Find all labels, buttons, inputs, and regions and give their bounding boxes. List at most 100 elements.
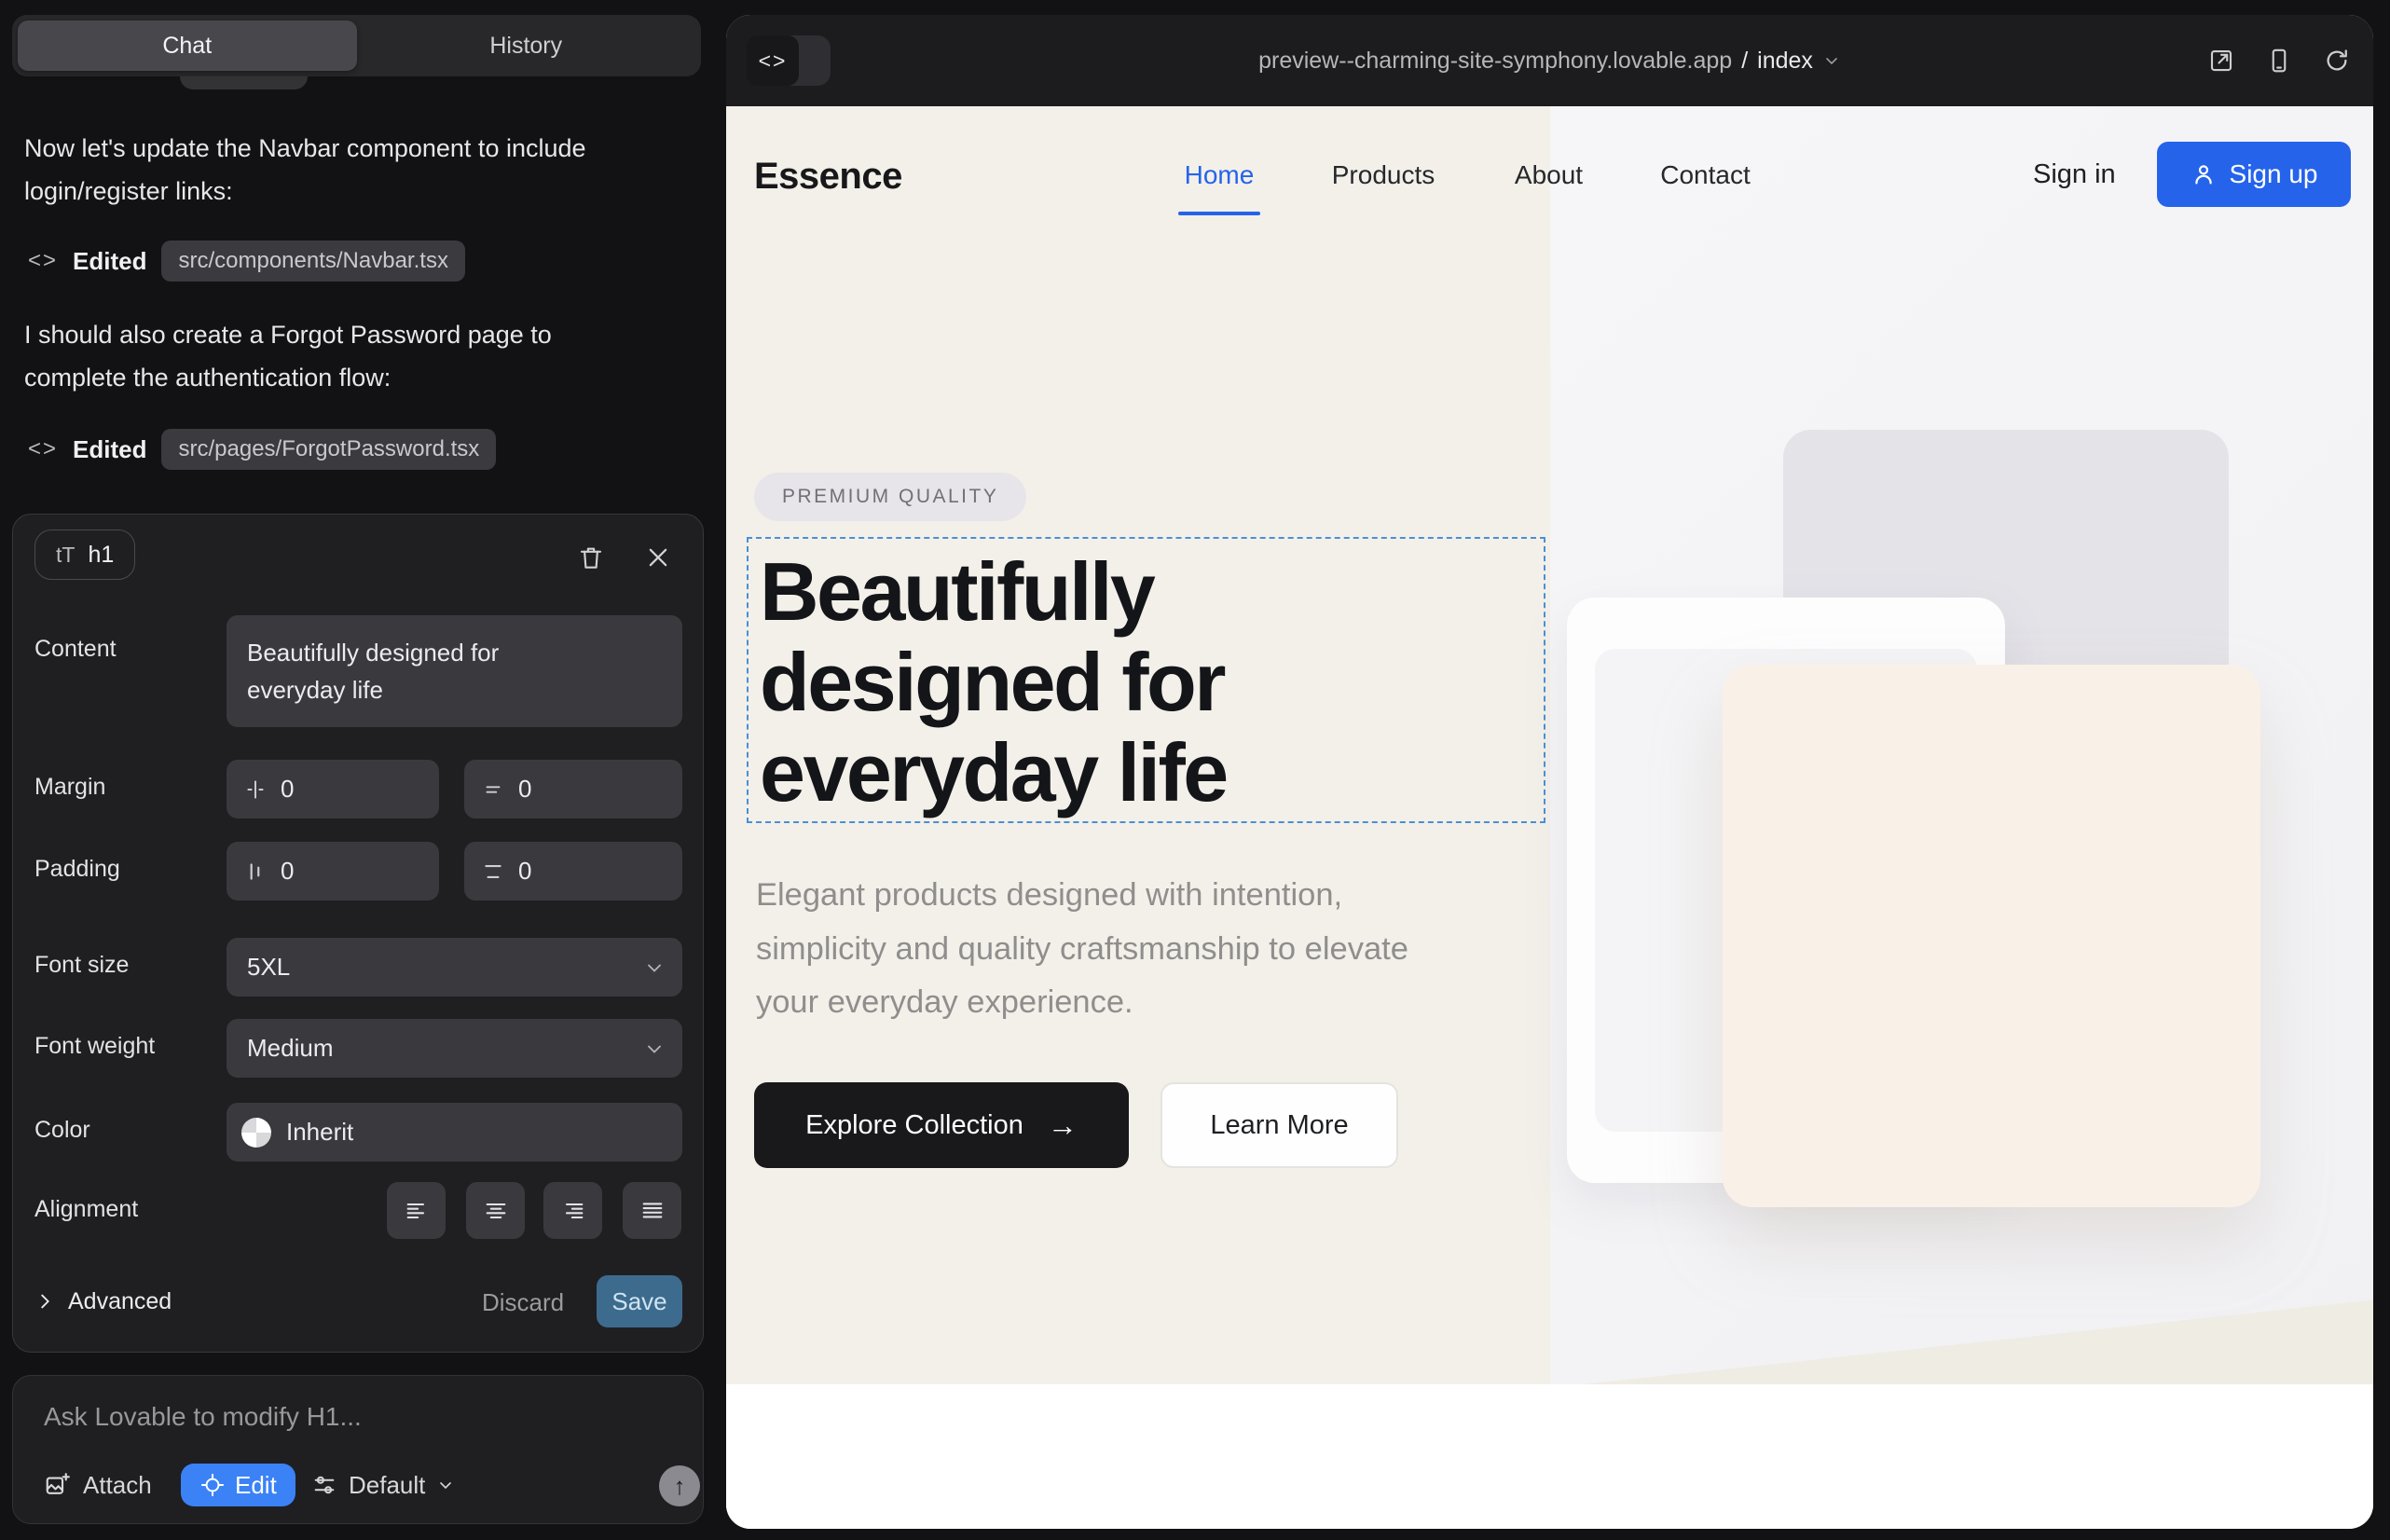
sidebar-tabbar: Chat History (12, 15, 701, 76)
chat-message: I should also create a Forgot Password p… (24, 313, 621, 399)
color-label: Color (34, 1117, 90, 1144)
attach-button[interactable]: Attach (44, 1464, 152, 1506)
nav-link-contact[interactable]: Contact (1649, 160, 1762, 190)
preview-actions (2207, 15, 2351, 106)
chevron-down-icon (643, 956, 666, 979)
align-right-button[interactable] (543, 1182, 602, 1239)
url-domain: preview--charming-site-symphony.lovable.… (1258, 48, 1732, 75)
alignment-label: Alignment (34, 1196, 138, 1223)
refresh-icon[interactable] (2323, 47, 2351, 75)
chevron-right-icon (34, 1291, 55, 1312)
user-icon (2191, 161, 2217, 187)
font-weight-label: Font weight (34, 1033, 155, 1060)
element-editor-panel: tT h1 Content Beautifully designed for e… (12, 514, 704, 1353)
code-preview-toggle[interactable]: <> (747, 35, 831, 86)
premium-quality-badge: PREMIUM QUALITY (754, 473, 1026, 521)
lovable-app-window: Chat History Now let's update the Navbar… (0, 0, 2390, 1540)
chat-composer[interactable]: Ask Lovable to modify H1... Attach Edit … (12, 1375, 704, 1524)
align-center-button[interactable] (466, 1182, 525, 1239)
align-right-icon (560, 1198, 586, 1224)
content-input[interactable]: Beautifully designed for everyday life (227, 615, 682, 727)
chevron-down-icon (643, 1038, 666, 1060)
site-navbar: Essence Home Products About Contact Sign… (726, 130, 2373, 226)
nav-link-home[interactable]: Home (1178, 160, 1260, 190)
explore-collection-button[interactable]: Explore Collection → (754, 1082, 1129, 1168)
margin-horizontal-icon (243, 777, 268, 802)
code-icon: <> (28, 436, 58, 462)
site-viewport: Essence Home Products About Contact Sign… (726, 106, 2373, 1529)
font-weight-select[interactable]: Medium (227, 1019, 682, 1078)
send-button[interactable]: ↑ (659, 1465, 700, 1506)
margin-label: Margin (34, 774, 105, 801)
margin-vertical-icon (481, 777, 505, 802)
site-logo[interactable]: Essence (754, 156, 902, 198)
sign-up-button[interactable]: Sign up (2157, 142, 2351, 207)
close-icon (645, 544, 671, 571)
edited-file-row: <> Edited src/pages/ForgotPassword.tsx (28, 429, 496, 470)
edited-file-chip[interactable]: src/components/Navbar.tsx (161, 241, 464, 282)
tab-history[interactable]: History (357, 21, 696, 71)
h1-selection-outline[interactable]: Beautifully designed for everyday life (747, 537, 1545, 823)
sliders-icon (311, 1472, 337, 1498)
nav-link-products[interactable]: Products (1320, 160, 1447, 190)
preview-toolbar: preview--charming-site-symphony.lovable.… (726, 15, 2373, 106)
arrow-right-icon: → (1048, 1108, 1078, 1143)
hero-heading: Beautifully designed for everyday life (749, 539, 1544, 818)
nav-active-underline (1178, 212, 1260, 215)
font-size-value: 5XL (247, 953, 290, 982)
hero-heading-line: designed for (760, 637, 1544, 727)
discard-button[interactable]: Discard (482, 1288, 564, 1317)
learn-more-button[interactable]: Learn More (1161, 1082, 1398, 1168)
element-tag: h1 (88, 542, 114, 569)
edited-file-chip[interactable]: src/pages/ForgotPassword.tsx (161, 429, 496, 470)
url-bar[interactable]: preview--charming-site-symphony.lovable.… (726, 15, 2373, 106)
align-justify-icon (639, 1198, 666, 1224)
advanced-label: Advanced (68, 1288, 172, 1315)
font-size-select[interactable]: 5XL (227, 938, 682, 997)
edit-label: Edit (235, 1471, 277, 1500)
edited-label: Edited (73, 247, 146, 276)
margin-y-value: 0 (518, 775, 531, 804)
code-icon: <> (28, 248, 58, 274)
mobile-view-icon[interactable] (2265, 47, 2293, 75)
url-separator: / (1741, 48, 1748, 75)
attach-label: Attach (83, 1471, 152, 1500)
margin-x-input[interactable]: 0 (227, 760, 439, 818)
nav-link-about[interactable]: About (1506, 160, 1591, 190)
code-icon: <> (747, 35, 799, 86)
save-button[interactable]: Save (597, 1275, 682, 1327)
chevron-down-icon (436, 1476, 455, 1494)
hero-heading-line: Beautifully (760, 546, 1544, 637)
align-left-icon (404, 1198, 430, 1224)
close-editor-button[interactable] (639, 539, 677, 576)
hero-heading-line: everyday life (760, 727, 1544, 818)
chat-message: Now let's update the Navbar component to… (24, 127, 602, 213)
edited-file-row: <> Edited src/components/Navbar.tsx (28, 241, 465, 282)
align-justify-button[interactable] (623, 1182, 681, 1239)
font-size-label: Font size (34, 952, 129, 979)
delete-element-button[interactable] (572, 539, 610, 576)
transparent-swatch-icon (241, 1118, 271, 1148)
sign-in-link[interactable]: Sign in (2033, 159, 2116, 190)
composer-input[interactable]: Ask Lovable to modify H1... (44, 1402, 362, 1432)
edit-mode-button[interactable]: Edit (181, 1464, 295, 1506)
chat-sidebar: Chat History Now let's update the Navbar… (0, 0, 726, 1540)
mode-select[interactable]: Default (311, 1464, 455, 1506)
arrow-up-icon: ↑ (674, 1472, 686, 1501)
color-select[interactable]: Inherit (227, 1103, 682, 1162)
advanced-toggle[interactable]: Advanced (34, 1275, 172, 1327)
content-label: Content (34, 636, 117, 663)
padding-x-input[interactable]: 0 (227, 842, 439, 901)
align-left-button[interactable] (387, 1182, 446, 1239)
padding-label: Padding (34, 856, 120, 883)
align-center-icon (483, 1198, 509, 1224)
padding-y-input[interactable]: 0 (464, 842, 682, 901)
preview-window: preview--charming-site-symphony.lovable.… (726, 15, 2373, 1529)
selected-element-badge: tT h1 (34, 529, 135, 580)
padding-x-value: 0 (281, 857, 294, 886)
target-icon (199, 1472, 226, 1498)
margin-y-input[interactable]: 0 (464, 760, 682, 818)
open-external-icon[interactable] (2207, 47, 2235, 75)
tab-chat[interactable]: Chat (18, 21, 357, 71)
sign-up-label: Sign up (2230, 159, 2318, 189)
